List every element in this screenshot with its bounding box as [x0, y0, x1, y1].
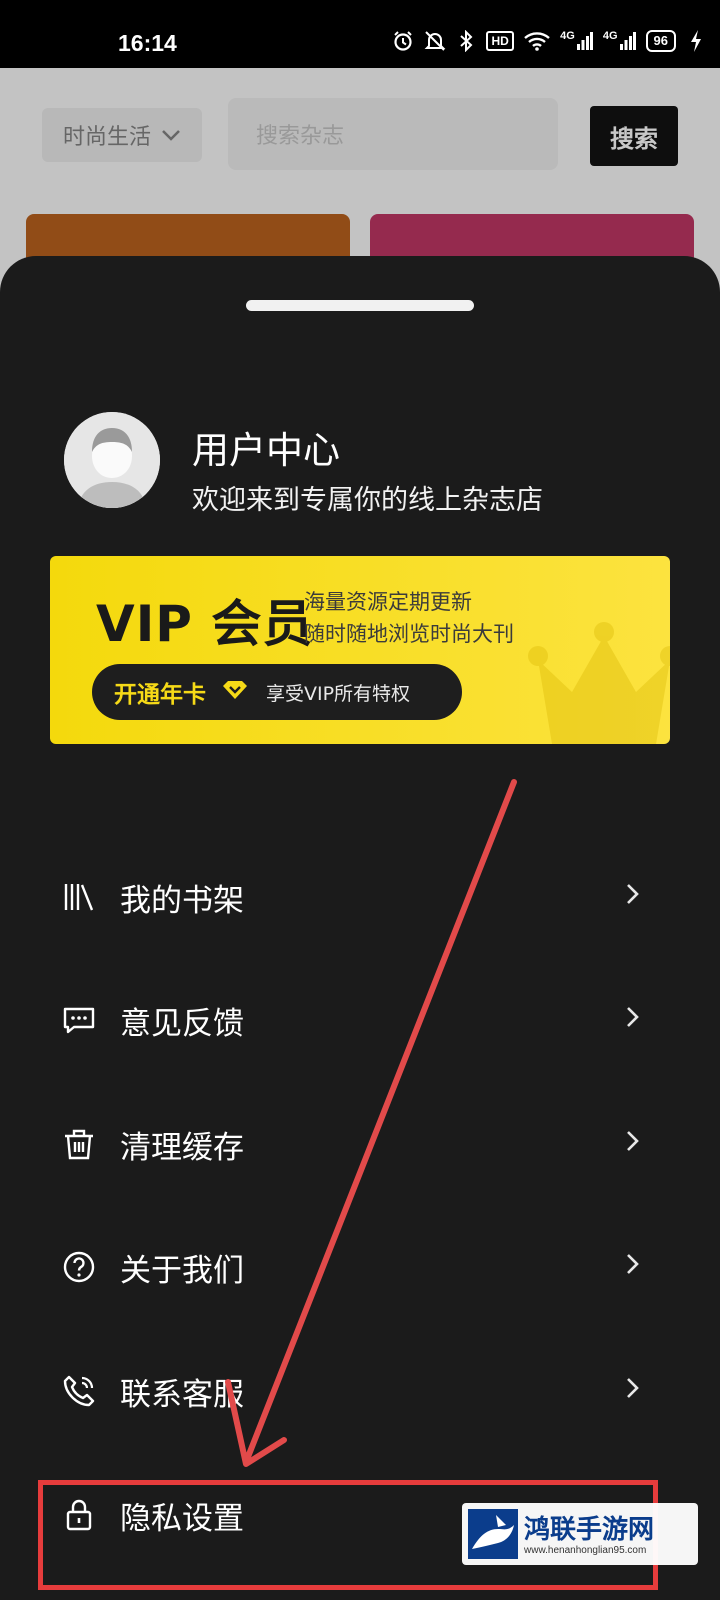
menu-label: 我的书架	[120, 882, 244, 919]
avatar[interactable]	[64, 412, 160, 508]
menu-item-bookshelf[interactable]: 我的书架	[0, 852, 720, 942]
charging-icon	[686, 30, 706, 52]
menu-item-clear-cache[interactable]: 清理缓存	[0, 1099, 720, 1189]
chevron-right-icon	[626, 1129, 640, 1159]
watermark-url: www.henanhonglian95.com	[524, 1545, 647, 1556]
battery-icon: 96	[645, 30, 676, 52]
chevron-right-icon	[626, 882, 640, 912]
vip-tagline-1: 海量资源定期更新	[304, 590, 472, 614]
vip-cta-sub: 享受VIP所有特权	[266, 682, 411, 705]
bookshelf-icon	[64, 884, 94, 911]
network-type-label: 4G	[602, 30, 618, 42]
diamond-icon	[222, 680, 248, 705]
vip-banner[interactable]: VIP 会员 海量资源定期更新 随时随地浏览时尚大刊 开通年卡 享受VIP所有特…	[50, 556, 670, 744]
menu-item-customer-service[interactable]: 联系客服	[0, 1346, 720, 1436]
menu-label: 意见反馈	[120, 1005, 244, 1042]
menu-item-feedback[interactable]: 意见反馈	[0, 975, 720, 1065]
vip-cta-label: 开通年卡	[114, 682, 206, 708]
open-annual-card-button[interactable]: 开通年卡 享受VIP所有特权	[92, 664, 462, 720]
menu-label: 清理缓存	[120, 1129, 244, 1166]
watermark-title: 鸿联手游网	[524, 1515, 655, 1545]
user-avatar-icon	[64, 412, 160, 508]
watermark-logo-icon	[468, 1509, 518, 1559]
feedback-icon	[63, 1007, 95, 1034]
user-center-subtitle: 欢迎来到专属你的线上杂志店	[192, 485, 543, 516]
status-icons: HD 4G 4G 96	[392, 30, 706, 52]
hd-label: HD	[491, 34, 509, 48]
chevron-right-icon	[626, 1252, 640, 1282]
phone-icon	[63, 1375, 95, 1407]
status-bar: 16:14 HD 4G 4G 96	[0, 0, 720, 68]
status-time: 16:14	[118, 30, 177, 56]
trash-icon	[65, 1129, 93, 1160]
wifi-icon	[524, 30, 550, 52]
signal-4g-icon: 4G	[603, 30, 636, 52]
vip-tagline-2: 随时随地浏览时尚大刊	[304, 622, 514, 646]
watermark: 鸿联手游网 www.henanhonglian95.com	[462, 1503, 698, 1565]
chevron-right-icon	[626, 1376, 640, 1406]
user-center-sheet: 用户中心 欢迎来到专属你的线上杂志店 VIP 会员 海量资源定期更新 随时随地浏…	[0, 256, 720, 1600]
mute-icon	[424, 30, 446, 52]
hd-icon: HD	[486, 31, 515, 51]
menu-label: 联系客服	[120, 1376, 244, 1413]
vip-title: VIP 会员	[96, 595, 314, 653]
alarm-icon	[392, 30, 414, 52]
menu-label: 关于我们	[120, 1252, 244, 1289]
signal-4g-icon: 4G	[560, 30, 593, 52]
drag-handle[interactable]	[246, 300, 474, 311]
network-type-label: 4G	[560, 30, 575, 42]
user-center-title: 用户中心	[192, 429, 340, 472]
menu-item-about-us[interactable]: 关于我们	[0, 1222, 720, 1312]
bluetooth-icon	[456, 30, 476, 52]
crown-icon	[528, 622, 670, 744]
question-icon	[63, 1251, 95, 1283]
chevron-right-icon	[626, 1005, 640, 1035]
